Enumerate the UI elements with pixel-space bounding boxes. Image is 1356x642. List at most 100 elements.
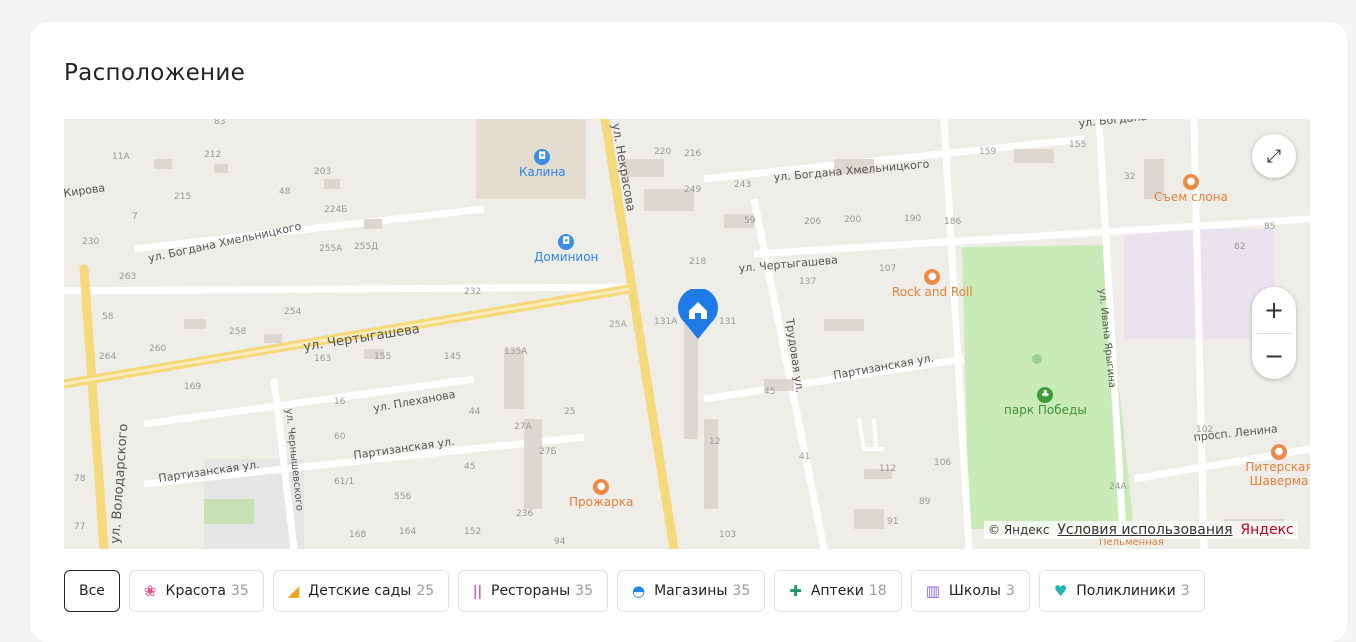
heart-icon: ♥ (1053, 582, 1068, 600)
house-number: 83 (214, 119, 225, 127)
poi-rock-and-roll[interactable]: ● Rock and Roll (892, 269, 973, 299)
filter-chip[interactable]: ✚ Аптеки 18 (774, 570, 902, 612)
filter-count: 18 (868, 583, 887, 599)
filter-label: Аптеки (810, 583, 864, 599)
lotus-icon: ❀ (143, 582, 157, 600)
filter-count: 35 (732, 583, 751, 599)
house-number: 263 (119, 272, 136, 282)
house-number: 258 (229, 327, 246, 337)
house-number: 25А (609, 320, 627, 330)
house-number: 200 (844, 215, 861, 225)
filter-label: Рестораны (491, 583, 571, 599)
filter-chip[interactable]: ♥ Поликлиники 3 (1038, 570, 1205, 612)
basket-icon: ◓ (631, 582, 646, 600)
house-number: 45 (464, 462, 475, 472)
house-number: 12 (709, 437, 720, 447)
house-number: 206 (804, 217, 821, 227)
yandex-logo[interactable]: Яндекс (1240, 522, 1293, 538)
house-number: 103 (719, 530, 736, 540)
house-number: 85 (1264, 222, 1275, 232)
house-number: 94 (554, 537, 566, 547)
filter-label: Магазины (654, 583, 728, 599)
filter-chip[interactable]: ❀ Красота 35 (128, 570, 264, 612)
category-filters: Все ❀ Красота 35 ◢ Детские сады 25 ǀǀ Рестораны 3… (64, 570, 1205, 612)
house-number: 45 (764, 387, 775, 397)
filter-chip[interactable]: ◢ Детские сады 25 (272, 570, 450, 612)
house-number: 155 (1069, 140, 1086, 150)
house-number: 131А (654, 317, 678, 327)
house-number: 169 (184, 382, 201, 392)
filter-label: Школы (948, 583, 1001, 599)
poi-kalina[interactable]: ◘ Калина (519, 149, 566, 179)
house-number: 7 (132, 212, 138, 222)
books-icon: ▥ (925, 582, 940, 600)
house-number: 168 (349, 530, 366, 540)
house-number: 249 (684, 185, 701, 195)
filter-chip[interactable]: Все (64, 570, 120, 612)
house-number: 24А (1109, 482, 1127, 492)
house-number: 159 (979, 147, 996, 157)
house-number: 77 (74, 522, 85, 532)
zoom-in-button[interactable]: + (1252, 287, 1296, 333)
cutlery-icon: ǀǀ (473, 582, 482, 600)
street-label: ул. Володарского (108, 423, 131, 544)
house-number: 11А (112, 152, 130, 162)
house-number: 254 (284, 307, 301, 317)
filter-chip[interactable]: ǀǀ Рестораны 35 (458, 570, 608, 612)
map-view[interactable]: ул. Чертыгашева ул. Чертыгашева ул. Богд… (64, 119, 1310, 549)
house-number: 186 (944, 217, 961, 227)
house-number: 203 (314, 167, 331, 177)
poi-piterskaya-shaverma[interactable]: ● Питерская Шаверма (1244, 444, 1310, 488)
zoom-control[interactable]: + − (1252, 287, 1296, 379)
terms-link[interactable]: Условия использования (1057, 522, 1232, 538)
fullscreen-button[interactable]: ⤢ (1252, 134, 1296, 178)
filter-count: 3 (1180, 583, 1190, 599)
house-number: 230 (82, 237, 99, 247)
filter-label: Поликлиники (1076, 583, 1176, 599)
street-label: Партизанская ул. (832, 351, 935, 382)
filter-chip[interactable]: ▥ Школы 3 (910, 570, 1030, 612)
shop-icon: ◘ (558, 234, 575, 250)
house-number: 152 (464, 527, 481, 537)
pharmacy-icon: ✚ (789, 582, 802, 600)
house-number: 25 (564, 407, 575, 417)
house-number: 224Б (324, 205, 347, 215)
house-number: 131 (719, 317, 736, 327)
filter-count: 35 (230, 583, 249, 599)
filter-chip[interactable]: ◓ Магазины 35 (616, 570, 766, 612)
restaurant-icon: ● (1182, 174, 1199, 190)
house-number: 32 (1124, 172, 1135, 182)
poi-prozharka[interactable]: ● Прожарка (569, 479, 633, 509)
filter-label: Красота (165, 583, 226, 599)
house-number: 60 (334, 432, 346, 442)
house-number: 255А (319, 244, 343, 254)
house-number: 232 (464, 287, 481, 297)
house-number: 243 (734, 180, 751, 190)
house-number: 78 (74, 474, 86, 484)
street-label: ул. Чертыгашева (738, 253, 838, 275)
street-label: ул. Чертыгашева (302, 322, 420, 355)
house-number: 220 (654, 147, 671, 157)
poi-park-pobedy[interactable]: ♣ парк Победы (1004, 387, 1087, 417)
poi-siem-slona[interactable]: ● Съем слона (1154, 174, 1228, 204)
zoom-out-button[interactable]: − (1252, 333, 1296, 379)
home-marker[interactable] (677, 289, 719, 339)
house-number: 145 (444, 352, 461, 362)
tree-icon: ♣ (1037, 387, 1054, 403)
house-number: 41 (799, 452, 810, 462)
poi-dominion[interactable]: ◘ Доминион (534, 234, 598, 264)
filter-label: Все (79, 583, 105, 599)
house-number: 556 (394, 492, 411, 502)
house-number: 215 (174, 192, 191, 202)
section-title: Расположение (64, 60, 246, 86)
expand-icon: ⤢ (1266, 145, 1282, 167)
house-number: 218 (689, 257, 706, 267)
home-icon (678, 289, 718, 339)
house-number: 264 (99, 352, 116, 362)
house-number: 164 (399, 527, 416, 537)
house-number: 27А (514, 422, 532, 432)
street-label: ул. Богдана (1078, 119, 1148, 130)
map-copyright: © Яндекс Условия использования Яндекс (984, 521, 1298, 539)
house-number: 102 (1196, 425, 1213, 435)
copyright-text: © Яндекс (988, 523, 1050, 537)
